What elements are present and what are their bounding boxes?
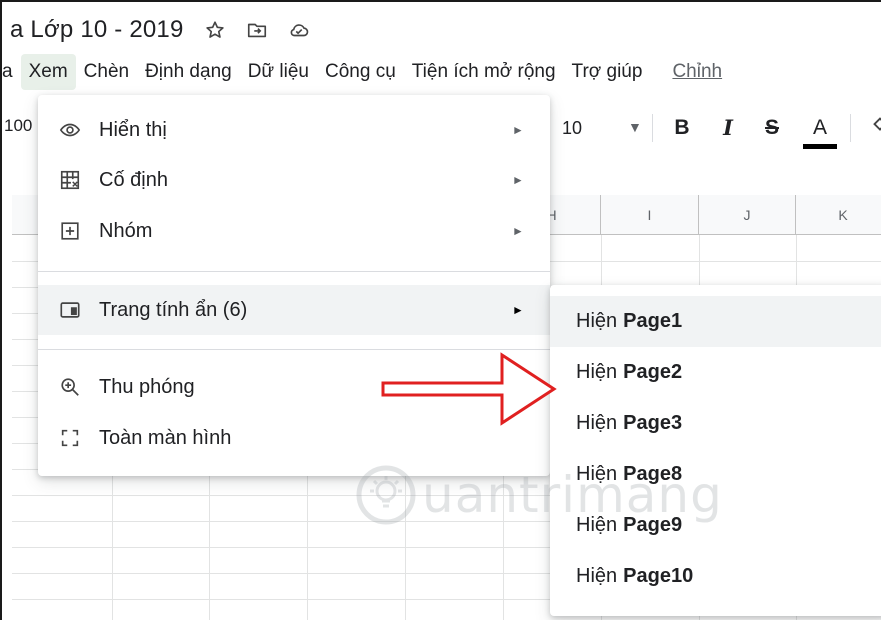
show-sheet-page3[interactable]: Hiện Page3 bbox=[550, 398, 881, 449]
show-sheet-page1[interactable]: Hiện Page1 bbox=[550, 296, 881, 347]
menu-item-label: Thu phóng bbox=[99, 375, 195, 398]
menu-extensions[interactable]: Tiện ích mở rộng bbox=[404, 54, 564, 90]
column-header-j[interactable]: J bbox=[699, 195, 796, 235]
sheet-name: Page1 bbox=[623, 310, 683, 332]
menu-item-label: Hiển thị bbox=[99, 118, 167, 141]
font-size-input[interactable]: 10 bbox=[562, 118, 582, 139]
show-sheet-page2[interactable]: Hiện Page2 bbox=[550, 347, 881, 398]
menu-data[interactable]: Dữ liệu bbox=[240, 54, 317, 90]
title-row: a Lớp 10 - 2019 bbox=[10, 14, 310, 46]
watermark-logo: uantrimang bbox=[354, 457, 724, 532]
text-color-swatch bbox=[803, 144, 837, 149]
submenu-arrow-icon: ► bbox=[512, 303, 524, 317]
zoom-select[interactable]: 100 bbox=[4, 116, 32, 136]
menu-item-display[interactable]: Hiển thị ► bbox=[38, 105, 550, 155]
watermark-text: uantrimang bbox=[422, 465, 723, 524]
column-header-k[interactable]: K bbox=[796, 195, 881, 235]
hidden-sheets-submenu: Hiện Page1 Hiện Page2 Hiện Page3 Hiện Page8 … bbox=[550, 285, 881, 616]
menu-item-label: Toàn màn hình bbox=[99, 426, 232, 449]
menu-view[interactable]: Xem bbox=[20, 54, 76, 90]
zoom-in-icon bbox=[58, 375, 82, 399]
star-icon[interactable] bbox=[204, 19, 226, 41]
toolbar-divider bbox=[850, 114, 851, 142]
eye-icon bbox=[58, 118, 82, 142]
app-window: a Lớp 10 - 2019 a Xem Chèn Định dạng Dữ … bbox=[0, 0, 881, 620]
menu-help[interactable]: Trợ giúp bbox=[564, 54, 651, 90]
group-plus-icon bbox=[58, 219, 82, 243]
cloud-saved-icon[interactable] bbox=[288, 19, 310, 41]
bold-button[interactable]: B bbox=[668, 114, 696, 142]
menu-item-group[interactable]: Nhóm ► bbox=[38, 206, 550, 256]
fill-color-icon[interactable] bbox=[866, 114, 881, 142]
show-prefix: Hiện bbox=[576, 412, 618, 434]
sheet-name: Page3 bbox=[623, 412, 683, 434]
watermark-bulb-icon bbox=[356, 465, 416, 524]
toolbar-divider bbox=[652, 114, 653, 142]
menu-item-label: Nhóm bbox=[99, 219, 153, 242]
font-size-caret-icon[interactable]: ▼ bbox=[628, 119, 642, 135]
sheet-name: Page10 bbox=[623, 565, 694, 587]
column-header-i[interactable]: I bbox=[601, 195, 699, 235]
menu-item-label: Cố định bbox=[99, 168, 168, 191]
italic-button[interactable]: I bbox=[714, 114, 742, 142]
menu-file-partial[interactable]: a bbox=[2, 54, 21, 90]
submenu-arrow-icon: ► bbox=[512, 173, 524, 187]
menu-tools[interactable]: Công cụ bbox=[317, 54, 404, 90]
show-prefix: Hiện bbox=[576, 361, 618, 383]
move-to-folder-icon[interactable] bbox=[246, 19, 268, 41]
menu-format[interactable]: Định dạng bbox=[137, 54, 240, 90]
submenu-arrow-icon: ► bbox=[512, 123, 524, 137]
show-sheet-page10[interactable]: Hiện Page10 bbox=[550, 551, 881, 602]
fullscreen-icon bbox=[58, 426, 82, 450]
menu-item-label: Trang tính ẩn (6) bbox=[99, 298, 248, 321]
sheet-name: Page2 bbox=[623, 361, 683, 383]
last-edit-link[interactable]: Chỉnh bbox=[664, 54, 730, 90]
document-title[interactable]: a Lớp 10 - 2019 bbox=[10, 16, 184, 44]
hidden-sheet-icon bbox=[58, 298, 82, 322]
submenu-arrow-icon: ► bbox=[512, 224, 524, 238]
menu-item-hidden-sheets[interactable]: Trang tính ẩn (6) ► bbox=[38, 285, 550, 335]
show-prefix: Hiện bbox=[576, 565, 618, 587]
freeze-grid-icon bbox=[58, 168, 82, 192]
show-prefix: Hiện bbox=[576, 310, 618, 332]
menu-separator bbox=[38, 271, 550, 272]
menu-bar: a Xem Chèn Định dạng Dữ liệu Công cụ Tiệ… bbox=[2, 54, 730, 90]
menu-item-freeze[interactable]: Cố định ► bbox=[38, 155, 550, 205]
text-color-button[interactable]: A bbox=[806, 114, 834, 142]
menu-insert[interactable]: Chèn bbox=[76, 54, 137, 90]
strikethrough-button[interactable]: S bbox=[758, 114, 786, 142]
annotation-arrow-icon bbox=[381, 352, 557, 426]
